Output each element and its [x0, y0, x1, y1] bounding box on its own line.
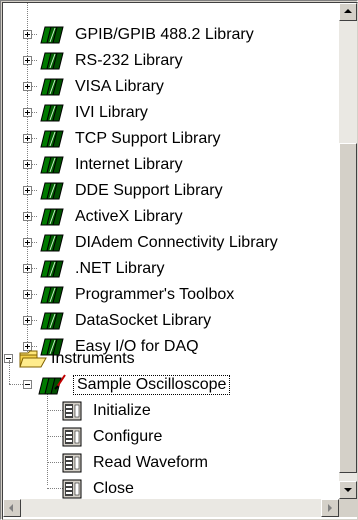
- function-label: Configure: [93, 428, 163, 445]
- function-panel-icon: [61, 452, 83, 479]
- function-label: Close: [93, 480, 134, 497]
- down-arrow-icon: [344, 488, 352, 492]
- library-books-icon: [39, 258, 65, 285]
- function-panel-icon: [61, 400, 83, 427]
- library-label: Programmer's Toolbox: [75, 286, 235, 303]
- horizontal-scrollbar[interactable]: [3, 499, 339, 517]
- tree-item-tcp-library[interactable]: TCP Support Library: [3, 126, 339, 152]
- library-label: .NET Library: [75, 260, 165, 277]
- expand-plus-icon[interactable]: [23, 108, 32, 117]
- vertical-scrollbar[interactable]: [339, 3, 357, 499]
- library-label: DIAdem Connectivity Library: [75, 234, 278, 251]
- tree-item-activex-library[interactable]: ActiveX Library: [3, 204, 339, 230]
- library-books-icon: [39, 128, 65, 155]
- expand-plus-icon[interactable]: [23, 56, 32, 65]
- expand-plus-icon[interactable]: [23, 264, 32, 273]
- right-arrow-icon: [328, 504, 332, 512]
- expand-plus-icon[interactable]: [23, 82, 32, 91]
- library-books-icon: [39, 102, 65, 129]
- tree-item-instruments[interactable]: Instruments: [3, 346, 339, 372]
- expand-plus-icon[interactable]: [23, 160, 32, 169]
- folder-label: Instruments: [51, 350, 135, 367]
- expand-plus-icon[interactable]: [23, 212, 32, 221]
- library-books-icon: [39, 310, 65, 337]
- left-arrow-icon: [9, 504, 13, 512]
- expand-plus-icon[interactable]: [23, 316, 32, 325]
- function-label: Read Waveform: [93, 454, 208, 471]
- expand-plus-icon[interactable]: [23, 30, 32, 39]
- library-label: RS-232 Library: [75, 52, 183, 69]
- tree-item-programmers-toolbox[interactable]: Programmer's Toolbox: [3, 282, 339, 308]
- tree-item-sample-oscilloscope[interactable]: Sample Oscilloscope: [3, 360, 339, 398]
- library-books-icon: [39, 180, 65, 207]
- library-books-icon: [39, 76, 65, 103]
- scrollbar-corner: [339, 499, 357, 517]
- collapse-minus-icon[interactable]: [23, 380, 32, 389]
- expand-plus-icon[interactable]: [23, 186, 32, 195]
- library-label: TCP Support Library: [75, 130, 221, 147]
- tree-item-visa-library[interactable]: VISA Library: [3, 74, 339, 100]
- library-tree[interactable]: GPIB/GPIB 488.2 Library RS-232 Library V…: [3, 3, 339, 499]
- tree-item-rs232-library[interactable]: RS-232 Library: [3, 48, 339, 74]
- library-books-icon: [39, 232, 65, 259]
- tree-item-datasocket-library[interactable]: DataSocket Library: [3, 308, 339, 334]
- expand-plus-icon[interactable]: [23, 238, 32, 247]
- tree-item-ivi-library[interactable]: IVI Library: [3, 100, 339, 126]
- scroll-right-button[interactable]: [321, 499, 339, 517]
- library-books-icon: [39, 24, 65, 51]
- library-books-icon: [39, 154, 65, 181]
- vertical-scroll-thumb[interactable]: [339, 143, 357, 473]
- library-label: Internet Library: [75, 156, 183, 173]
- tree-item-dde-library[interactable]: DDE Support Library: [3, 178, 339, 204]
- up-arrow-icon: [344, 9, 352, 13]
- tree-item-initialize[interactable]: Initialize: [3, 398, 339, 424]
- tree-item-gpib-library[interactable]: GPIB/GPIB 488.2 Library: [3, 22, 339, 48]
- instrument-label: Sample Oscilloscope: [73, 375, 231, 395]
- scroll-left-button[interactable]: [3, 499, 21, 517]
- function-panel-icon: [61, 426, 83, 453]
- scroll-up-button[interactable]: [339, 3, 357, 21]
- library-label: DDE Support Library: [75, 182, 223, 199]
- library-label: IVI Library: [75, 104, 148, 121]
- function-label: Initialize: [93, 402, 151, 419]
- tree-connector: [9, 360, 10, 384]
- tree-item-read-waveform[interactable]: Read Waveform: [3, 450, 339, 476]
- tree-view-frame: GPIB/GPIB 488.2 Library RS-232 Library V…: [0, 0, 358, 520]
- expand-plus-icon[interactable]: [23, 290, 32, 299]
- tree-item-dotnet-library[interactable]: .NET Library: [3, 256, 339, 282]
- scroll-down-button[interactable]: [339, 481, 357, 499]
- expand-plus-icon[interactable]: [23, 134, 32, 143]
- library-books-icon: [39, 206, 65, 233]
- tree-item-diadem-library[interactable]: DIAdem Connectivity Library: [3, 230, 339, 256]
- tree-item-configure[interactable]: Configure: [3, 424, 339, 450]
- library-label: DataSocket Library: [75, 312, 212, 329]
- library-label: ActiveX Library: [75, 208, 183, 225]
- tree-view-border: GPIB/GPIB 488.2 Library RS-232 Library V…: [2, 2, 358, 520]
- library-label: GPIB/GPIB 488.2 Library: [75, 26, 254, 43]
- tree-item-close[interactable]: Close: [3, 476, 339, 499]
- tree-item-internet-library[interactable]: Internet Library: [3, 152, 339, 178]
- library-books-icon: [39, 50, 65, 77]
- function-panel-icon: [61, 478, 83, 499]
- open-folder-icon: [19, 349, 47, 374]
- library-label: VISA Library: [75, 78, 164, 95]
- library-books-icon: [39, 284, 65, 311]
